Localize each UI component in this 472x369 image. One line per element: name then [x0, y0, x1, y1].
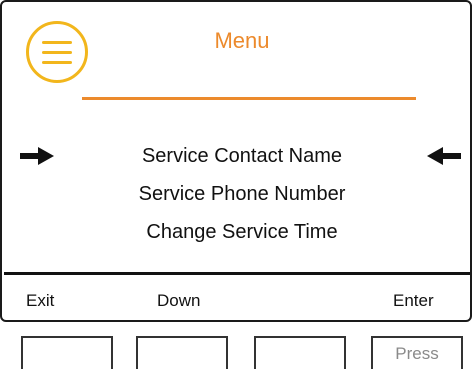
softkey-exit[interactable]: Exit — [26, 291, 54, 311]
hardware-button-exit[interactable] — [21, 336, 113, 369]
arrow-right-icon — [20, 147, 54, 165]
page-title: Menu — [214, 28, 270, 53]
press-label: Press — [395, 344, 439, 363]
menu-icon-bar — [42, 51, 72, 54]
softkey-down[interactable]: Down — [157, 291, 200, 311]
softkey-enter[interactable]: Enter — [393, 291, 434, 311]
menu-item-service-contact-name[interactable]: Service Contact Name — [92, 145, 392, 168]
menu-icon-bar — [42, 61, 72, 64]
hardware-button-blank[interactable] — [254, 336, 346, 369]
hardware-button-enter[interactable]: Press — [371, 336, 463, 369]
hamburger-menu-icon[interactable] — [26, 21, 88, 83]
menu-icon-bar — [42, 41, 72, 44]
title-underline — [82, 97, 416, 100]
menu-item-change-service-time[interactable]: Change Service Time — [92, 221, 392, 244]
device-screen: Menu Service Contact Name Service Phone … — [0, 0, 472, 322]
hardware-button-down[interactable] — [136, 336, 228, 369]
arrow-left-icon — [427, 147, 461, 165]
menu-item-service-phone-number[interactable]: Service Phone Number — [92, 183, 392, 206]
softkey-divider — [4, 272, 470, 275]
